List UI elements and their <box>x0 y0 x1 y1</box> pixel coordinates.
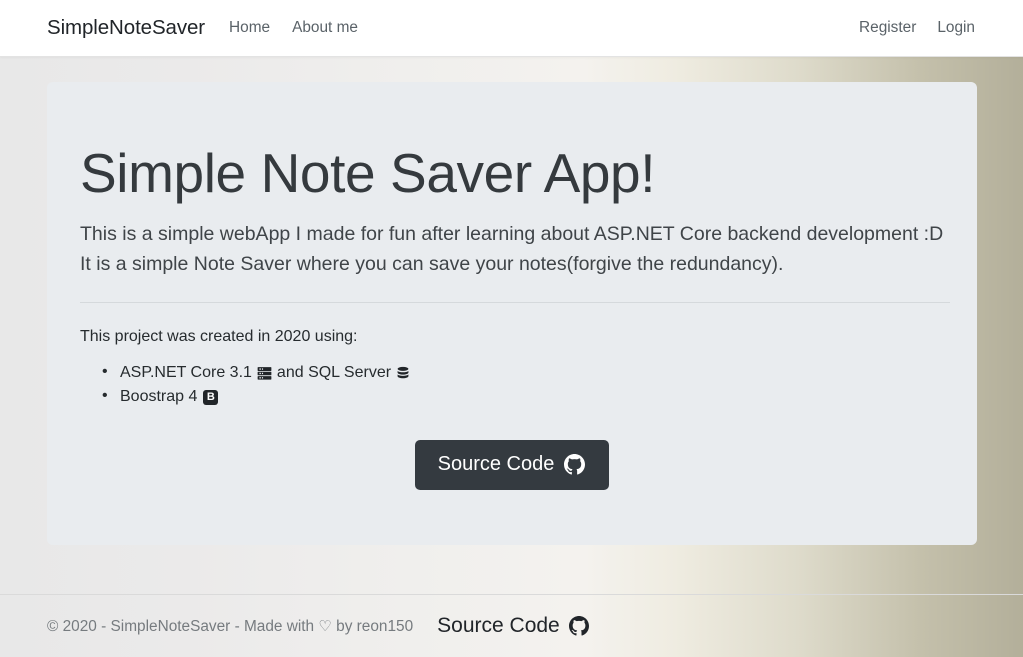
github-icon <box>568 616 589 636</box>
hero-lead-line-2: It is a simple Note Saver where you can … <box>80 253 784 275</box>
tech-label-aspnet: ASP.NET Core 3.1 <box>120 363 252 381</box>
list-item: Boostrap 4 B <box>102 384 945 410</box>
hero-lead: This is a simple webApp I made for fun a… <box>80 219 945 279</box>
project-intro-text: This project was created in 2020 using: <box>80 328 358 345</box>
bootstrap-icon: B <box>203 390 219 406</box>
nav-link-login[interactable]: Login <box>937 19 975 37</box>
github-icon <box>564 453 586 475</box>
nav-link-register[interactable]: Register <box>859 19 916 37</box>
navbar-brand[interactable]: SimpleNoteSaver <box>47 16 205 40</box>
navbar-right-links: Register Login <box>859 19 975 37</box>
tech-label-bootstrap: Boostrap 4 <box>120 388 198 406</box>
hero-lead-line-1: This is a simple webApp I made for fun a… <box>80 223 944 245</box>
database-icon <box>396 366 410 381</box>
nav-link-about-me[interactable]: About me <box>292 19 358 37</box>
tech-label-and: and SQL Server <box>276 363 392 381</box>
footer-copyright-before: © 2020 - SimpleNoteSaver - Made with <box>47 617 315 635</box>
tech-stack-list: ASP.NET Core 3.1 and SQL Server Boostrap… <box>80 360 945 410</box>
heart-icon: ♡ <box>318 617 332 635</box>
footer-copyright: © 2020 - SimpleNoteSaver - Made with ♡ b… <box>47 617 413 636</box>
section-divider <box>80 302 950 303</box>
footer-source-code-link[interactable]: Source Code <box>437 614 589 638</box>
hero-jumbotron: Simple Note Saver App! This is a simple … <box>47 82 977 545</box>
nav-link-home[interactable]: Home <box>229 19 270 37</box>
source-code-button-wrapper: Source Code <box>80 439 945 490</box>
page-title: Simple Note Saver App! <box>80 142 656 204</box>
source-code-button-label: Source Code <box>437 453 555 476</box>
footer-source-code-label: Source Code <box>437 614 560 637</box>
source-code-button[interactable]: Source Code <box>414 439 610 490</box>
list-item: ASP.NET Core 3.1 and SQL Server <box>102 360 945 386</box>
main-navbar: SimpleNoteSaver Home About me Register L… <box>0 0 1023 57</box>
footer-copyright-after: by reon150 <box>336 617 414 635</box>
page-footer: © 2020 - SimpleNoteSaver - Made with ♡ b… <box>0 594 1023 657</box>
server-icon <box>257 366 272 381</box>
navbar-left-links: Home About me <box>229 19 358 37</box>
